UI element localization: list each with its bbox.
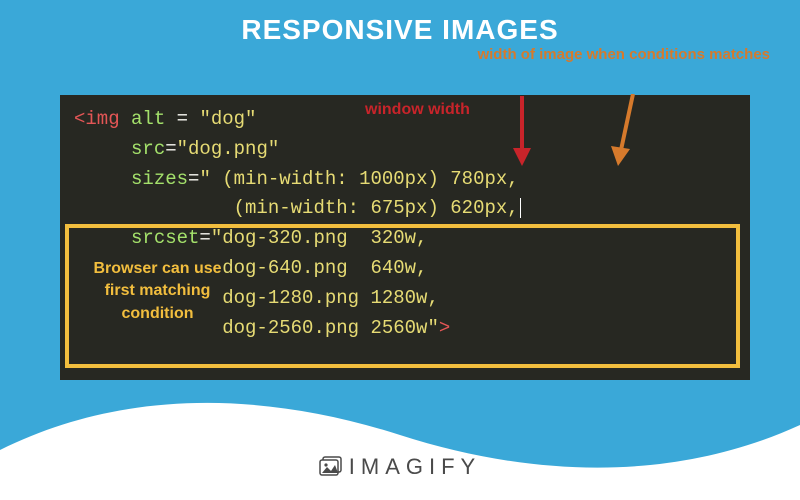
code-val: "dog.png" (177, 138, 280, 160)
code-attr: src (74, 138, 165, 160)
logo-text: IMAGIFY (349, 454, 481, 479)
code-val: " (min-width: 1000px) 780px, (199, 168, 518, 190)
code-block: <img alt = "dog" src="dog.png" sizes=" (… (60, 95, 750, 380)
text-cursor (520, 198, 521, 218)
annotation-image-width: width of image when conditions matches (477, 46, 770, 65)
code-tag: > (439, 317, 450, 339)
code-eq: = (188, 168, 199, 190)
code-attr: sizes (74, 168, 188, 190)
code-eq: = (177, 108, 200, 130)
code-val: (min-width: 675px) 620px, (74, 197, 519, 219)
wave-decoration (0, 380, 800, 500)
code-val: "dog" (199, 108, 256, 130)
logo-icon (319, 454, 345, 482)
logo: IMAGIFY (0, 454, 800, 482)
code-attr: srcset (74, 227, 199, 249)
code-eq: = (165, 138, 176, 160)
code-tag: <img (74, 108, 120, 130)
annotation-window-width: window width (365, 101, 470, 119)
code-eq: = (199, 227, 210, 249)
code-attr: alt (120, 108, 177, 130)
annotation-browser-note: Browser can use first matching condition (80, 258, 235, 325)
code-val: "dog-320.png 320w, (211, 227, 428, 249)
